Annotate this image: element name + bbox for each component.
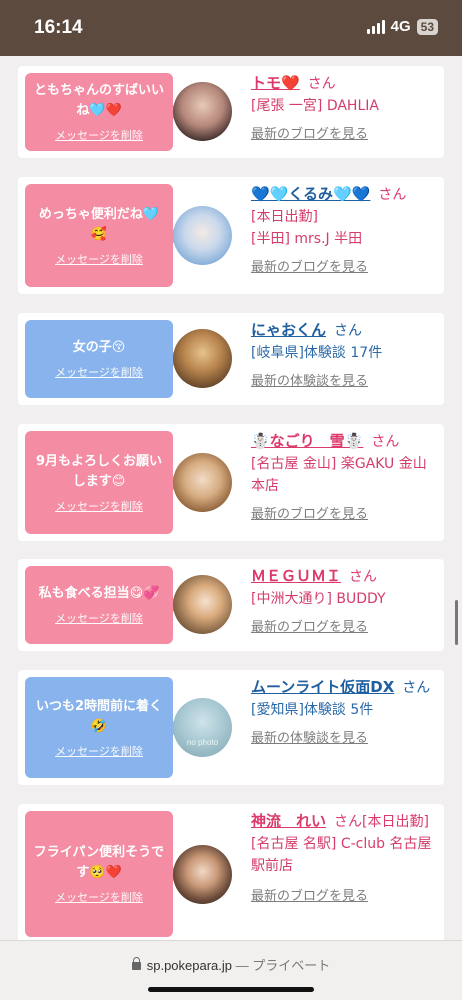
user-info: ムーンライト仮面DX さん [愛知県]体験談 5件 最新の体験談を見る	[251, 676, 437, 746]
message-card: 私も食べる担当😋💞 メッセージを削除 ＭＥＧＵＭＩ さん [中洲大通り] BUDD…	[18, 559, 444, 651]
avatar[interactable]	[173, 206, 232, 265]
message-text: めっちゃ便利だね🩵🥰	[38, 206, 160, 242]
user-name-link[interactable]: ムーンライト仮面DX	[251, 678, 394, 696]
browser-bottom-bar: sp.pokepara.jp — プライベート	[0, 940, 462, 1000]
scrollbar[interactable]	[455, 600, 458, 645]
avatar[interactable]	[173, 845, 232, 904]
message-card: フライパン便利そうです🥺❤️ メッセージを削除 神流 れい さん[本日出勤] [名…	[18, 804, 444, 944]
latest-blog-link[interactable]: 最新のブログを見る	[251, 123, 437, 142]
message-text: フライパン便利そうです🥺❤️	[33, 845, 165, 880]
message-text: 私も食べる担当😋💞	[38, 586, 160, 601]
address-bar[interactable]: sp.pokepara.jp — プライベート	[0, 955, 462, 974]
shop-detail: [中洲大通り] BUDDY	[251, 591, 386, 607]
user-name-link[interactable]: にゃおくん	[251, 321, 326, 339]
message-text: いつも2時間前に着く🤣	[35, 698, 163, 734]
home-indicator[interactable]	[148, 987, 314, 992]
network-type: 4G	[390, 18, 411, 35]
shop-detail: [名古屋 金山] 楽GAKU 金山本店	[251, 456, 427, 494]
url-text: sp.pokepara.jp	[146, 958, 233, 973]
review-count: [岐阜県]体験談 17件	[251, 345, 383, 361]
lock-icon	[131, 956, 141, 970]
user-info: 神流 れい さん[本日出勤] [名古屋 名駅] C-club 名古屋駅前店 最新の…	[251, 810, 437, 904]
user-info: にゃおくん さん [岐阜県]体験談 17件 最新の体験談を見る	[251, 319, 437, 389]
no-photo-label: no photo	[186, 738, 219, 747]
latest-review-link[interactable]: 最新の体験談を見る	[251, 370, 437, 389]
message-text: 9月もよろしくお願いします😊	[35, 453, 163, 489]
latest-blog-link[interactable]: 最新のブログを見る	[251, 503, 437, 522]
latest-review-link[interactable]: 最新の体験談を見る	[251, 727, 437, 746]
message-bubble: 女の子😚 メッセージを削除	[25, 320, 180, 398]
message-bubble: 私も食べる担当😋💞 メッセージを削除	[25, 566, 180, 644]
message-text: 女の子😚	[72, 340, 126, 355]
user-name-link[interactable]: ☃️なごり 雪☃️	[251, 432, 363, 450]
status-detail: [本日出勤]	[251, 209, 318, 225]
honorific: さん	[307, 76, 336, 92]
delete-message-link[interactable]: メッセージを削除	[55, 127, 143, 143]
user-name-link[interactable]: 神流 れい	[251, 812, 326, 830]
user-name-link[interactable]: 💙🩵くるみ🩵💙	[251, 185, 370, 203]
delete-message-link[interactable]: メッセージを削除	[55, 610, 143, 626]
message-bubble: いつも2時間前に着く🤣 メッセージを削除	[25, 677, 180, 778]
message-bubble: フライパン便利そうです🥺❤️ メッセージを削除	[25, 811, 180, 937]
honorific: さん[本日出勤]	[334, 814, 429, 830]
message-bubble: ともちゃんのすばいいね🩵❤️ メッセージを削除	[25, 73, 180, 151]
review-count: [愛知県]体験談 5件	[251, 702, 374, 718]
user-name-link[interactable]: ＭＥＧＵＭＩ	[251, 567, 341, 585]
user-info: 💙🩵くるみ🩵💙 さん [本日出勤] [半田] mrs.J 半田 最新のブログを見る	[251, 183, 437, 275]
delete-message-link[interactable]: メッセージを削除	[55, 364, 143, 380]
avatar-placeholder[interactable]: no photo	[173, 698, 232, 757]
latest-blog-link[interactable]: 最新のブログを見る	[251, 885, 437, 904]
latest-blog-link[interactable]: 最新のブログを見る	[251, 616, 437, 635]
status-bar: 16:14 4G 53	[0, 0, 462, 56]
avatar[interactable]	[173, 575, 232, 634]
message-bubble: 9月もよろしくお願いします😊 メッセージを削除	[25, 431, 180, 534]
honorific: さん	[371, 434, 400, 450]
message-card: いつも2時間前に着く🤣 メッセージを削除 no photo ムーンライト仮面DX…	[18, 670, 444, 785]
delete-message-link[interactable]: メッセージを削除	[55, 251, 143, 267]
private-label: — プライベート	[235, 958, 331, 973]
user-name-link[interactable]: トモ❤️	[251, 74, 300, 92]
shop-detail: [尾張 一宮] DAHLIA	[251, 98, 379, 114]
shop-detail: [半田] mrs.J 半田	[251, 231, 363, 247]
avatar[interactable]	[173, 453, 232, 512]
honorific: さん	[402, 680, 431, 696]
user-info: ＭＥＧＵＭＩ さん [中洲大通り] BUDDY 最新のブログを見る	[251, 565, 437, 635]
honorific: さん	[349, 569, 378, 585]
avatar[interactable]	[173, 329, 232, 388]
shop-detail: [名古屋 名駅] C-club 名古屋駅前店	[251, 836, 432, 874]
message-card: 9月もよろしくお願いします😊 メッセージを削除 ☃️なごり 雪☃️ さん [名古屋…	[18, 424, 444, 541]
signal-icon	[366, 19, 385, 34]
battery-icon: 53	[416, 18, 438, 35]
delete-message-link[interactable]: メッセージを削除	[55, 743, 143, 759]
status-indicators: 4G 53	[366, 18, 438, 35]
message-bubble: めっちゃ便利だね🩵🥰 メッセージを削除	[25, 184, 180, 287]
delete-message-link[interactable]: メッセージを削除	[55, 889, 143, 905]
latest-blog-link[interactable]: 最新のブログを見る	[251, 256, 437, 275]
message-card: 女の子😚 メッセージを削除 にゃおくん さん [岐阜県]体験談 17件 最新の体験…	[18, 313, 444, 405]
message-card: ともちゃんのすばいいね🩵❤️ メッセージを削除 トモ❤️ さん [尾張 一宮] D…	[18, 66, 444, 158]
user-info: トモ❤️ さん [尾張 一宮] DAHLIA 最新のブログを見る	[251, 72, 437, 142]
message-text: ともちゃんのすばいいね🩵❤️	[33, 83, 164, 118]
message-card: めっちゃ便利だね🩵🥰 メッセージを削除 💙🩵くるみ🩵💙 さん [本日出勤] [半田…	[18, 177, 444, 294]
status-time: 16:14	[34, 17, 83, 38]
delete-message-link[interactable]: メッセージを削除	[55, 498, 143, 514]
avatar[interactable]	[173, 82, 232, 141]
user-info: ☃️なごり 雪☃️ さん [名古屋 金山] 楽GAKU 金山本店 最新のブログを見…	[251, 430, 437, 522]
honorific: さん	[378, 187, 407, 203]
honorific: さん	[334, 323, 363, 339]
